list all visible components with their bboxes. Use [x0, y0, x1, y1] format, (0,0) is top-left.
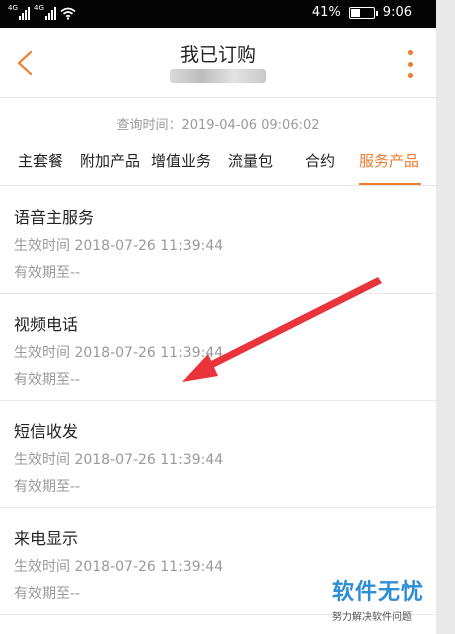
list-item[interactable]: 短信收发 生效时间 2018-07-26 11:39:44 有效期至--: [0, 401, 436, 508]
effective-time: 生效时间 2018-07-26 11:39:44: [14, 452, 224, 468]
tab-main-plan[interactable]: 主套餐: [18, 150, 63, 171]
effective-time: 生效时间 2018-07-26 11:39:44: [14, 238, 224, 254]
list-item[interactable]: 语音主服务 生效时间 2018-07-26 11:39:44 有效期至--: [0, 187, 436, 294]
wifi-icon: [60, 7, 76, 20]
effective-time: 生效时间 2018-07-26 11:39:44: [14, 559, 224, 575]
page-title: 我已订购: [179, 44, 256, 66]
expiry-date: 有效期至--: [14, 372, 81, 388]
expiry-date: 有效期至--: [14, 265, 81, 281]
watermark-title: 软件无忧: [332, 580, 425, 605]
list-item[interactable]: 视频电话 生效时间 2018-07-26 11:39:44 有效期至--: [0, 294, 436, 401]
tab-bar: 主套餐 附加产品 增值业务 流量包 合约 服务产品: [0, 146, 436, 186]
signal-icon: 4G: [34, 4, 56, 20]
watermark-subtitle: 努力解决软件问题: [332, 612, 412, 623]
clock: 9:06: [382, 5, 412, 20]
service-name: 语音主服务: [14, 208, 95, 227]
battery-percent: 41%: [311, 5, 341, 20]
tab-contract[interactable]: 合约: [305, 150, 335, 171]
watermark-logo: 软件无忧 努力解决软件问题: [332, 574, 437, 626]
phone-number: [0, 68, 436, 83]
effective-time: 生效时间 2018-07-26 11:39:44: [14, 345, 224, 361]
active-tab-indicator: [359, 183, 421, 185]
blurred-phone-number: [170, 68, 266, 83]
service-name: 视频电话: [14, 315, 79, 334]
query-time: 查询时间：2019-04-06 09:06:02: [116, 118, 320, 133]
tab-data-pack[interactable]: 流量包: [228, 150, 273, 171]
service-name: 来电显示: [14, 529, 79, 548]
app-header: 我已订购: [0, 28, 436, 98]
tab-addon-products[interactable]: 附加产品: [80, 150, 140, 171]
expiry-date: 有效期至--: [14, 586, 81, 602]
tab-service-products[interactable]: 服务产品: [359, 150, 419, 171]
service-name: 短信收发: [14, 422, 79, 441]
expiry-date: 有效期至--: [14, 479, 81, 495]
signal-icon: 4G: [8, 4, 30, 20]
battery-icon: [348, 6, 378, 19]
screen-edge: [436, 0, 455, 634]
more-vertical-icon[interactable]: [404, 50, 416, 78]
status-bar: 4G 4G 41% 9:06: [0, 0, 436, 28]
service-list: 语音主服务 生效时间 2018-07-26 11:39:44 有效期至-- 视频…: [0, 187, 436, 615]
tab-value-added[interactable]: 增值业务: [151, 150, 211, 171]
